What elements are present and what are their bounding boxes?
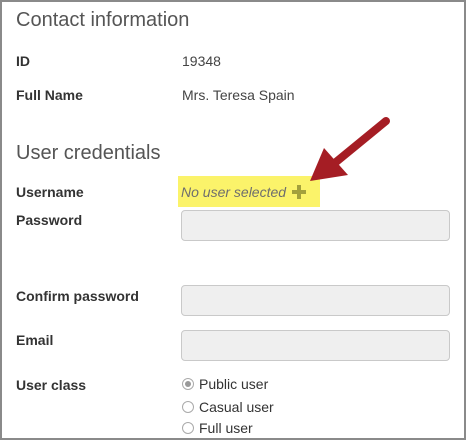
radio-public-user[interactable] xyxy=(182,378,194,390)
option-label-full-user: Full user xyxy=(199,420,253,436)
user-class-option-full[interactable]: Full user xyxy=(182,420,253,436)
full-name-value: Mrs. Teresa Spain xyxy=(182,87,295,103)
user-class-label: User class xyxy=(16,377,87,393)
option-label-public-user: Public user xyxy=(199,376,269,392)
username-value: No user selected xyxy=(181,183,287,200)
arrow-icon xyxy=(310,117,390,181)
email-label: Email xyxy=(16,332,54,348)
user-credentials-heading: User credentials xyxy=(16,142,161,164)
username-highlight[interactable]: No user selected xyxy=(178,176,320,207)
user-class-option-casual[interactable]: Casual user xyxy=(182,399,274,415)
contact-information-heading: Contact information xyxy=(16,9,190,31)
password-label: Password xyxy=(16,212,83,228)
confirm-password-label: Confirm password xyxy=(16,288,139,304)
password-field[interactable] xyxy=(181,210,450,241)
user-class-option-public[interactable]: Public user xyxy=(182,376,268,392)
id-label: ID xyxy=(16,53,30,69)
radio-full-user[interactable] xyxy=(182,422,194,434)
email-field[interactable] xyxy=(181,330,450,361)
id-value: 19348 xyxy=(182,53,221,69)
radio-casual-user[interactable] xyxy=(182,401,194,413)
confirm-password-field[interactable] xyxy=(181,285,450,316)
option-label-casual-user: Casual user xyxy=(199,399,274,415)
full-name-label: Full Name xyxy=(16,87,83,103)
username-label: Username xyxy=(16,184,84,200)
contact-form-panel: Contact information ID 19348 Full Name M… xyxy=(0,0,466,440)
